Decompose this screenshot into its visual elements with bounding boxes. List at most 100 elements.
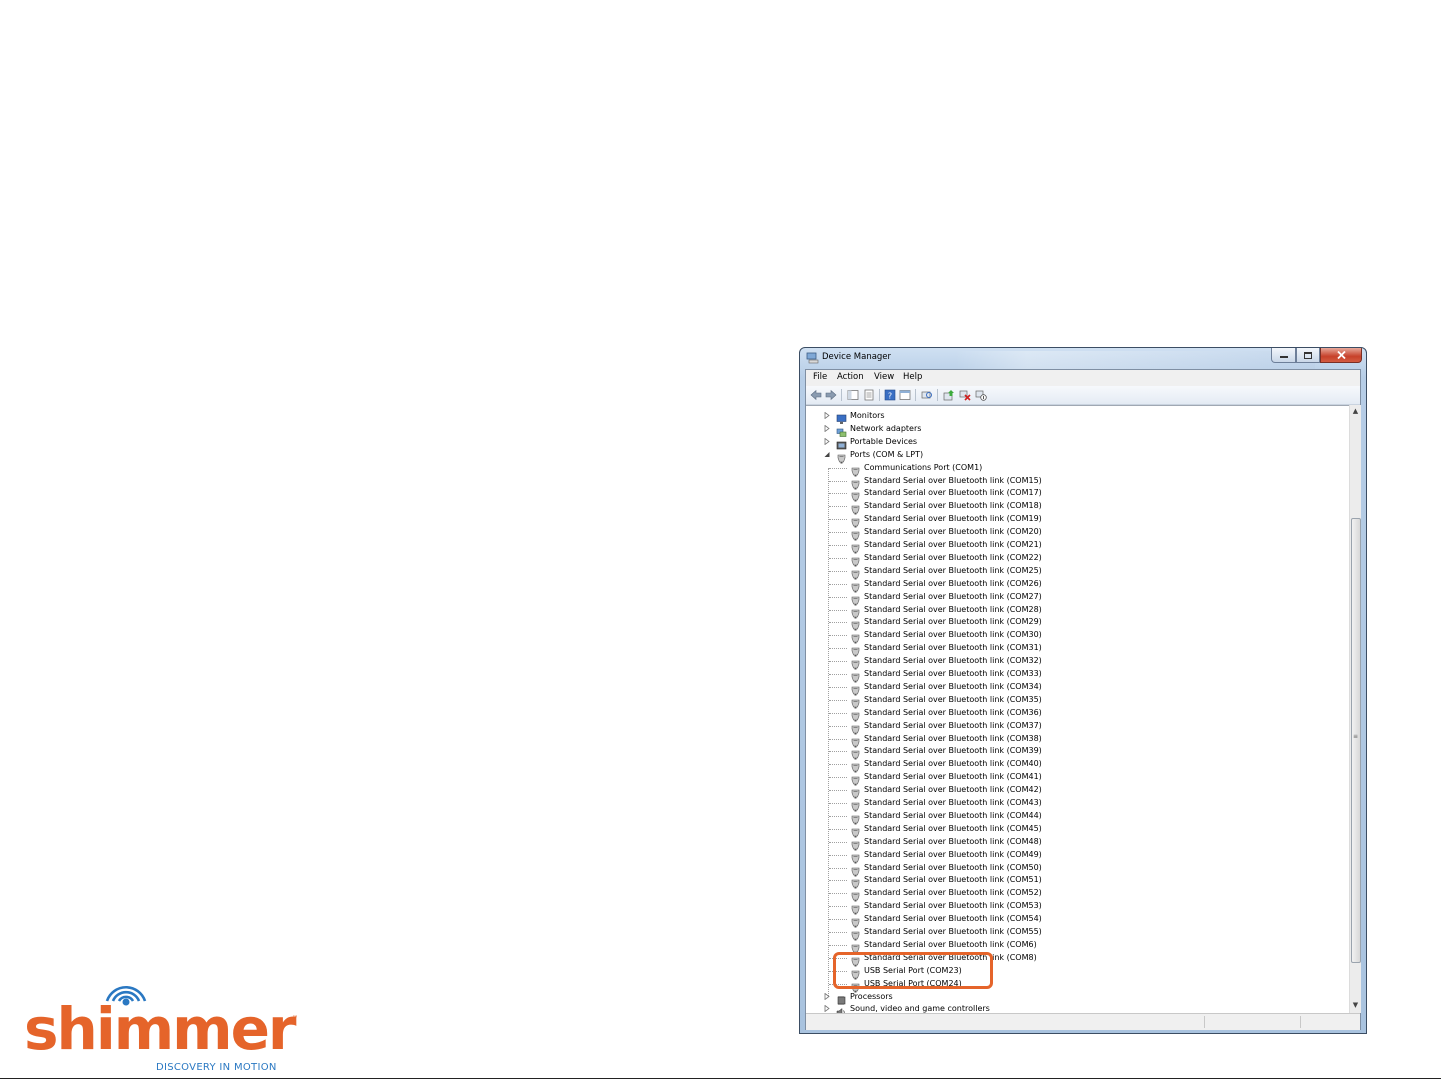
tree-port-item[interactable]: Standard Serial over Bluetooth link (COM… <box>806 886 1346 902</box>
tree-port-item[interactable]: Standard Serial over Bluetooth link (COM… <box>806 899 1346 915</box>
port-icon <box>850 913 861 928</box>
scroll-down-arrow-icon[interactable]: ▼ <box>1350 1000 1361 1011</box>
tree-port-item[interactable]: Standard Serial over Bluetooth link (COM… <box>806 693 1346 709</box>
action-pane-icon[interactable] <box>899 389 911 401</box>
tree-item-label: Standard Serial over Bluetooth link (COM… <box>864 901 1042 911</box>
tree-port-item[interactable]: Standard Serial over Bluetooth link (COM… <box>806 912 1346 928</box>
port-icon <box>850 810 861 825</box>
tree-port-item[interactable]: Standard Serial over Bluetooth link (COM… <box>806 757 1346 773</box>
tree-port-item[interactable]: Standard Serial over Bluetooth link (COM… <box>806 474 1346 489</box>
menu-file[interactable]: File <box>813 372 827 382</box>
close-button[interactable] <box>1320 348 1362 363</box>
tree-port-item[interactable]: Standard Serial over Bluetooth link (COM… <box>806 641 1346 657</box>
vertical-scrollbar[interactable]: ▲ ≡ ▼ <box>1349 405 1361 1013</box>
tree-port-item[interactable]: Standard Serial over Bluetooth link (COM… <box>806 809 1346 825</box>
tree-port-item[interactable]: Standard Serial over Bluetooth link (COM… <box>806 499 1346 515</box>
properties-icon[interactable] <box>863 389 875 401</box>
tree-port-item[interactable]: Standard Serial over Bluetooth link (COM… <box>806 770 1346 786</box>
window-title: Device Manager <box>822 352 892 362</box>
tree-item-label: Standard Serial over Bluetooth link (COM… <box>864 540 1042 549</box>
minimize-button[interactable] <box>1271 348 1296 363</box>
expanded-arrow-icon[interactable] <box>824 451 830 458</box>
port-icon <box>850 874 861 889</box>
collapsed-arrow-icon[interactable] <box>824 992 830 1000</box>
tree-category[interactable]: Processors <box>806 990 1346 1005</box>
scrollbar-thumb[interactable]: ≡ <box>1351 518 1361 963</box>
tree-port-item[interactable]: Standard Serial over Bluetooth link (COM… <box>806 861 1346 876</box>
collapsed-arrow-icon[interactable] <box>824 437 830 445</box>
trademark-symbol: ™ <box>292 1015 298 1022</box>
disable-device-icon[interactable] <box>975 389 987 401</box>
back-arrow-icon[interactable] <box>810 389 822 401</box>
tree-category[interactable]: Ports (COM & LPT) <box>806 448 1346 464</box>
tree-connector-dash <box>829 867 847 869</box>
tree-port-item[interactable]: Standard Serial over Bluetooth link (COM… <box>806 938 1346 954</box>
tree-item-label: Network adapters <box>850 423 922 433</box>
tree-port-item[interactable]: Standard Serial over Bluetooth link (COM… <box>806 848 1346 864</box>
tree-port-item[interactable]: Standard Serial over Bluetooth link (COM… <box>806 744 1346 760</box>
uninstall-icon[interactable] <box>959 389 971 401</box>
window-client-area: File Action View Help ? Monitors Network … <box>805 369 1361 1030</box>
tree-port-item[interactable]: Standard Serial over Bluetooth link (COM… <box>806 603 1346 618</box>
tree-category[interactable]: Monitors <box>806 409 1346 424</box>
tree-port-item[interactable]: Standard Serial over Bluetooth link (COM… <box>806 796 1346 812</box>
menu-help[interactable]: Help <box>903 372 922 382</box>
tree-port-item[interactable]: Standard Serial over Bluetooth link (COM… <box>806 783 1346 799</box>
tree-connector-dash <box>829 661 847 663</box>
tree-port-item[interactable]: Standard Serial over Bluetooth link (COM… <box>806 590 1346 606</box>
tree-port-item[interactable]: Standard Serial over Bluetooth link (COM… <box>806 551 1346 567</box>
port-icon <box>850 887 861 902</box>
maximize-button[interactable] <box>1296 348 1320 363</box>
collapsed-arrow-icon[interactable] <box>824 1005 830 1013</box>
tree-port-item[interactable]: Standard Serial over Bluetooth link (COM… <box>806 925 1346 941</box>
tree-connector-dash <box>829 893 847 895</box>
tree-port-item[interactable]: Standard Serial over Bluetooth link (COM… <box>806 719 1346 735</box>
forward-arrow-icon[interactable] <box>825 389 837 401</box>
tree-connector-dash <box>829 777 847 779</box>
port-icon <box>850 578 861 593</box>
tree-connector-dash <box>829 738 847 740</box>
tree-port-item[interactable]: Standard Serial over Bluetooth link (COM… <box>806 577 1346 593</box>
collapsed-arrow-icon[interactable] <box>824 424 830 432</box>
tree-port-item[interactable]: Standard Serial over Bluetooth link (COM… <box>806 822 1346 838</box>
tree-port-item[interactable]: Standard Serial over Bluetooth link (COM… <box>806 628 1346 644</box>
tree-port-item[interactable]: Standard Serial over Bluetooth link (COM… <box>806 525 1346 541</box>
tree-port-item[interactable]: Standard Serial over Bluetooth link (COM… <box>806 835 1346 851</box>
tree-port-item[interactable]: Standard Serial over Bluetooth link (COM… <box>806 564 1346 580</box>
menu-view[interactable]: View <box>874 372 894 382</box>
tree-port-item[interactable]: Standard Serial over Bluetooth link (COM… <box>806 512 1346 528</box>
tree-port-item[interactable]: Standard Serial over Bluetooth link (COM… <box>806 706 1346 722</box>
tree-port-item[interactable]: Standard Serial over Bluetooth link (COM… <box>806 615 1346 631</box>
collapsed-arrow-icon[interactable] <box>824 412 830 419</box>
tree-port-item[interactable]: Standard Serial over Bluetooth link (COM… <box>806 732 1346 747</box>
tree-port-item[interactable]: Standard Serial over Bluetooth link (COM… <box>806 680 1346 696</box>
title-bar[interactable]: Device Manager <box>800 348 1366 370</box>
status-bar <box>806 1013 1360 1030</box>
tree-connector-dash <box>829 635 847 637</box>
scan-hardware-icon[interactable] <box>921 389 933 401</box>
port-icon <box>850 629 861 644</box>
tree-connector-dash <box>829 686 847 688</box>
tree-item-label: Standard Serial over Bluetooth link (COM… <box>864 772 1042 782</box>
tree-port-item[interactable]: Communications Port (COM1) <box>806 461 1346 477</box>
tree-port-item[interactable]: Standard Serial over Bluetooth link (COM… <box>806 873 1346 889</box>
tree-port-item[interactable]: Standard Serial over Bluetooth link (COM… <box>806 654 1346 670</box>
tree-category[interactable]: Portable Devices <box>806 435 1346 450</box>
port-icon <box>836 449 847 464</box>
scroll-up-arrow-icon[interactable]: ▲ <box>1350 406 1361 417</box>
update-driver-icon[interactable] <box>943 389 955 401</box>
tree-connector-dash <box>829 880 847 882</box>
tree-port-item[interactable]: Standard Serial over Bluetooth link (COM… <box>806 667 1346 683</box>
tree-connector-dash <box>829 790 847 792</box>
tree-port-item[interactable]: Standard Serial over Bluetooth link (COM… <box>806 486 1346 502</box>
shimmer-logo: shimmer ™ DISCOVERY IN MOTION <box>22 975 312 1075</box>
help-icon[interactable]: ? <box>884 389 896 401</box>
show-hide-console-tree-icon[interactable] <box>847 389 859 401</box>
tree-port-item[interactable]: Standard Serial over Bluetooth link (COM… <box>806 538 1346 554</box>
device-tree[interactable]: Monitors Network adapters Portable Devices… <box>806 405 1349 1014</box>
port-icon <box>850 655 861 670</box>
tree-item-label: Portable Devices <box>850 436 918 446</box>
background-window-ghost <box>955 351 1315 369</box>
tree-category[interactable]: Network adapters <box>806 422 1346 437</box>
menu-action[interactable]: Action <box>837 372 864 382</box>
